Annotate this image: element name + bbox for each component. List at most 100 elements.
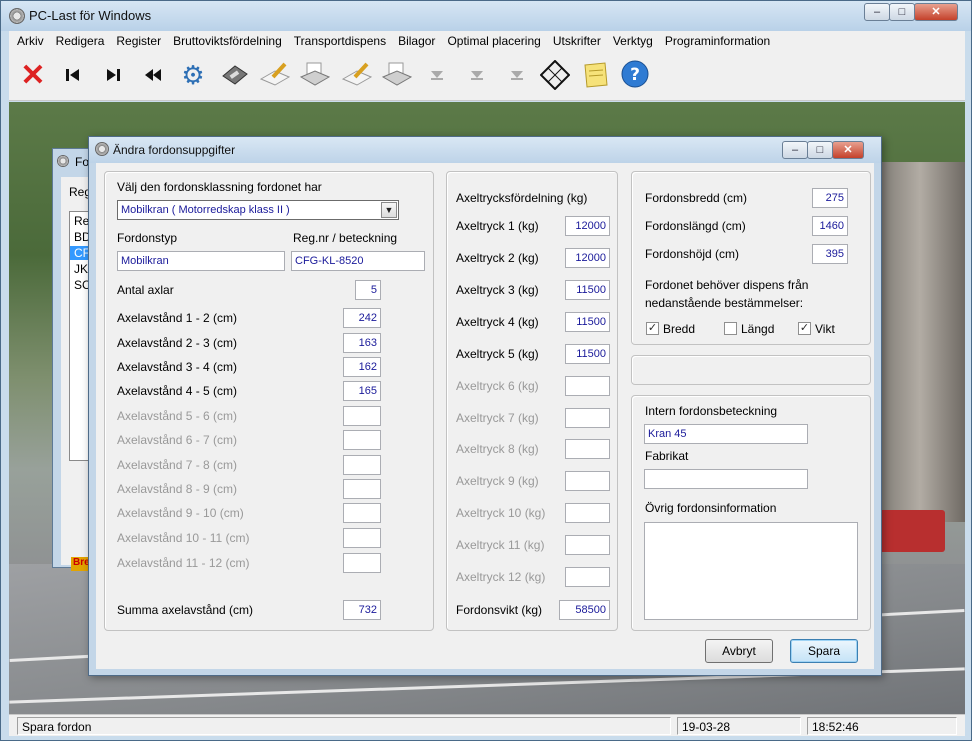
width-checkbox[interactable]: ✓	[646, 322, 659, 335]
list-item[interactable]: JK	[74, 262, 88, 276]
axle-load-field[interactable]	[565, 376, 610, 396]
weight-field[interactable]: 58500	[559, 600, 610, 620]
help-icon[interactable]: ?	[619, 59, 651, 91]
axle-spacing-label: Axelavstånd 6 - 7 (cm)	[117, 433, 238, 447]
menu-redigera[interactable]: Redigera	[50, 34, 111, 48]
menu-utskrifter[interactable]: Utskrifter	[547, 34, 607, 48]
axle-load-field[interactable]	[565, 439, 610, 459]
dialog-maximize-button[interactable]: □	[807, 141, 833, 159]
menu-register[interactable]: Register	[110, 34, 167, 48]
axle-spacing-field[interactable]	[343, 503, 381, 523]
axle-spacing-field[interactable]: 242	[343, 308, 381, 328]
background-truck	[875, 510, 945, 552]
dialog-title: Ändra fordonsuppgifter	[113, 143, 236, 157]
axle-spacing-field[interactable]: 165	[343, 381, 381, 401]
cancel-button[interactable]: Avbryt	[705, 639, 773, 663]
width-label: Fordonsbredd (cm)	[645, 191, 748, 205]
info-textarea[interactable]	[644, 522, 858, 620]
calculator-icon[interactable]	[539, 59, 571, 91]
menu-bilagor[interactable]: Bilagor	[392, 34, 441, 48]
axle-load-field[interactable]	[565, 408, 610, 428]
classification-select[interactable]: Mobilkran ( Motorredskap klass II ) ▼	[117, 200, 399, 220]
edit-vehicle-dialog: Ändra fordonsuppgifter – □ ✕ Välj den fo…	[88, 136, 882, 676]
dialog-minimize-button[interactable]: –	[782, 141, 808, 159]
axle-spacing-field[interactable]	[343, 406, 381, 426]
axle-load-field[interactable]: 12000	[565, 248, 610, 268]
axle-spacing-label: Axelavstånd 9 - 10 (cm)	[117, 506, 244, 520]
save-button[interactable]: Spara	[790, 639, 858, 663]
axle-load-field[interactable]: 11500	[565, 312, 610, 332]
weight-checkbox[interactable]: ✓	[798, 322, 811, 335]
axles-field[interactable]: 5	[355, 280, 381, 300]
sum-field[interactable]: 732	[343, 600, 381, 620]
axle-load-field[interactable]: 12000	[565, 216, 610, 236]
dialog-close-button[interactable]: ✕	[832, 141, 864, 159]
chevron-down-icon[interactable]: ▼	[381, 202, 397, 218]
edit-pen-icon[interactable]	[341, 59, 373, 91]
axle-load-field[interactable]	[565, 503, 610, 523]
rewind-icon[interactable]	[137, 59, 169, 91]
axle-spacing-field[interactable]	[343, 553, 381, 573]
classification-value: Mobilkran ( Motorredskap klass II )	[121, 204, 290, 216]
arrow-down-icon[interactable]	[501, 59, 533, 91]
regnr-field[interactable]: CFG-KL-8520	[291, 251, 425, 271]
axle-spacing-field[interactable]: 162	[343, 357, 381, 377]
app-icon	[95, 142, 109, 156]
edit-pen-icon[interactable]	[259, 59, 291, 91]
notes-icon[interactable]	[579, 59, 611, 91]
axle-load-field[interactable]: 11500	[565, 280, 610, 300]
print-icon[interactable]	[381, 59, 413, 91]
next-record-icon[interactable]	[97, 59, 129, 91]
brand-label: Fabrikat	[645, 449, 689, 463]
arrow-down-icon[interactable]	[421, 59, 453, 91]
brand-field[interactable]	[644, 469, 808, 489]
axle-load-label: Axeltryck 10 (kg)	[456, 506, 546, 520]
close-button[interactable]: ✕	[914, 3, 958, 21]
status-message: Spara fordon	[17, 717, 671, 735]
settings-gears-icon[interactable]: ⚙	[177, 59, 209, 91]
menu-bruttoviktsfordelning[interactable]: Bruttoviktsfördelning	[167, 34, 288, 48]
axle-load-field[interactable]	[565, 471, 610, 491]
axle-spacing-field[interactable]	[343, 455, 381, 475]
axle-load-label: Axeltryck 2 (kg)	[456, 251, 539, 265]
length-field[interactable]: 1460	[812, 216, 848, 236]
axle-spacing-field[interactable]	[343, 430, 381, 450]
save-disk-icon[interactable]	[219, 59, 251, 91]
minimize-button[interactable]: –	[864, 3, 890, 21]
vehicle-group: Välj den fordonsklassning fordonet har M…	[104, 171, 434, 631]
print-icon[interactable]	[299, 59, 331, 91]
axle-spacing-label: Axelavstånd 3 - 4 (cm)	[117, 360, 238, 374]
weight-checkbox-label: Vikt	[815, 322, 835, 336]
axle-load-field[interactable]: 11500	[565, 344, 610, 364]
menu-arkiv[interactable]: Arkiv	[11, 34, 50, 48]
axle-load-field[interactable]	[565, 535, 610, 555]
main-title-bar[interactable]: PC-Last för Windows – □ ✕	[1, 1, 971, 31]
dialog-title-bar[interactable]: Ändra fordonsuppgifter – □ ✕	[89, 137, 881, 163]
axle-spacing-label: Axelavstånd 8 - 9 (cm)	[117, 482, 238, 496]
maximize-button[interactable]: □	[889, 3, 915, 21]
menu-transportdispens[interactable]: Transportdispens	[288, 34, 392, 48]
vehicle-type-field[interactable]: Mobilkran	[117, 251, 285, 271]
axle-spacing-label: Axelavstånd 2 - 3 (cm)	[117, 336, 238, 350]
empty-group	[631, 355, 871, 385]
axles-label: Antal axlar	[117, 283, 174, 297]
length-checkbox[interactable]	[724, 322, 737, 335]
internal-field[interactable]: Kran 45	[644, 424, 808, 444]
first-record-icon[interactable]	[57, 59, 89, 91]
width-field[interactable]: 275	[812, 188, 848, 208]
sum-label: Summa axelavstånd (cm)	[117, 603, 254, 617]
menu-verktyg[interactable]: Verktyg	[607, 34, 659, 48]
axle-spacing-field[interactable]	[343, 528, 381, 548]
status-date: 19-03-28	[677, 717, 801, 735]
arrow-down-icon[interactable]	[461, 59, 493, 91]
axle-spacing-field[interactable]: 163	[343, 333, 381, 353]
menu-programinformation[interactable]: Programinformation	[659, 34, 776, 48]
axle-load-label: Axeltryck 8 (kg)	[456, 442, 539, 456]
axle-spacing-field[interactable]	[343, 479, 381, 499]
menu-optimal-placering[interactable]: Optimal placering	[441, 34, 546, 48]
delete-icon[interactable]: ✕	[17, 59, 49, 92]
axle-load-field[interactable]	[565, 567, 610, 587]
status-time: 18:52:46	[807, 717, 957, 735]
background-dialog-title: Fo	[75, 155, 90, 169]
height-field[interactable]: 395	[812, 244, 848, 264]
